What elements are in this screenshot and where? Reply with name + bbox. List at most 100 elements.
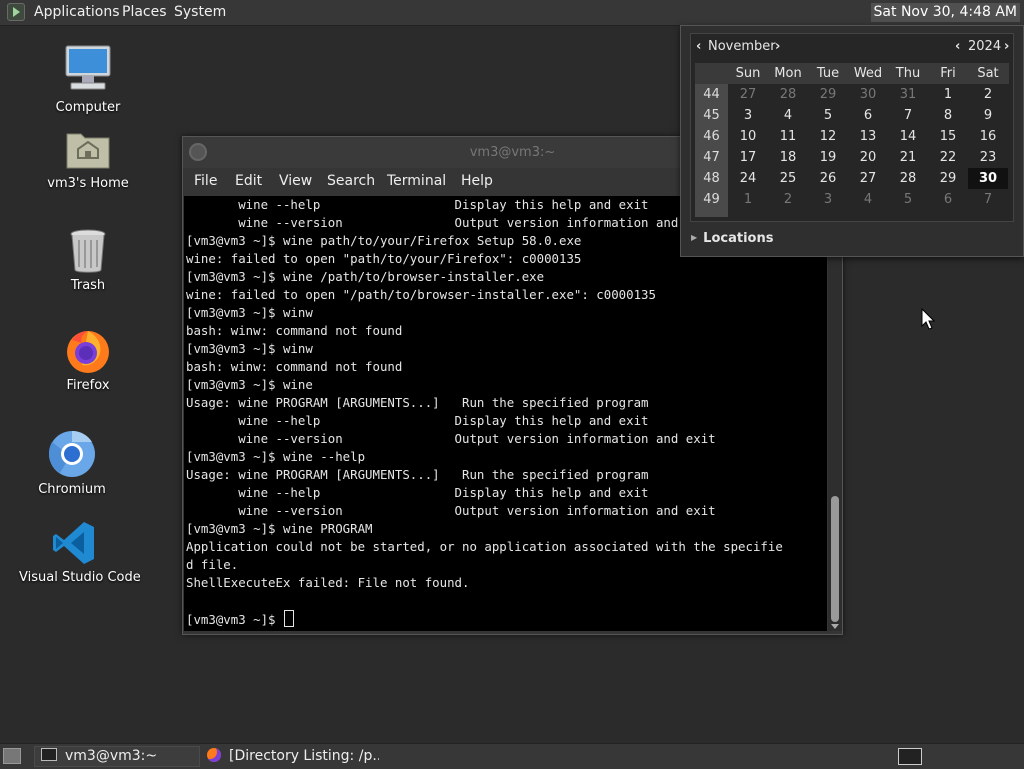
calendar-day[interactable]: 4 — [768, 105, 808, 126]
menu-help[interactable]: Help — [461, 173, 493, 189]
week-number: 46 — [703, 129, 720, 144]
terminal-line: Usage: wine PROGRAM [ARGUMENTS...] Run t… — [186, 395, 649, 410]
taskbar-item-label: vm3@vm3:~ — [65, 748, 158, 764]
calendar-year: 2024 — [968, 39, 1002, 54]
calendar-day[interactable]: 2 — [968, 84, 1008, 105]
taskbar-item-terminal[interactable]: vm3@vm3:~ — [34, 746, 200, 767]
calendar-day[interactable]: 30 — [848, 84, 888, 105]
places-menu[interactable]: Places — [122, 4, 167, 20]
desktop-icon-label: Chromium — [38, 482, 106, 497]
calendar-day[interactable]: 7 — [968, 189, 1008, 210]
locations-label: Locations — [703, 231, 774, 246]
terminal-line: [vm3@vm3 ~]$ wine — [186, 377, 313, 392]
calendar-day[interactable]: 4 — [848, 189, 888, 210]
day-name: Wed — [853, 66, 883, 81]
calendar-day[interactable]: 18 — [768, 147, 808, 168]
desktop-icon-vscode[interactable]: Visual Studio Code — [19, 520, 141, 585]
desktop-icon-firefox[interactable]: Firefox — [33, 326, 143, 393]
calendar-day[interactable]: 3 — [808, 189, 848, 210]
calendar-day[interactable]: 24 — [728, 168, 768, 189]
calendar-day[interactable]: 5 — [808, 105, 848, 126]
calendar-day[interactable]: 2 — [768, 189, 808, 210]
firefox-icon — [64, 326, 112, 374]
calendar-day[interactable]: 6 — [928, 189, 968, 210]
calendar-day[interactable]: 16 — [968, 126, 1008, 147]
workspace-switcher[interactable] — [898, 748, 922, 765]
desktop-icon-chromium[interactable]: Chromium — [17, 430, 127, 497]
next-month-arrow-icon[interactable]: › — [775, 39, 780, 54]
calendar-day[interactable]: 27 — [848, 168, 888, 189]
calendar-day[interactable]: 9 — [968, 105, 1008, 126]
calendar-day[interactable]: 26 — [808, 168, 848, 189]
calendar-day[interactable]: 20 — [848, 147, 888, 168]
terminal-line: wine --version Output version informatio… — [186, 503, 716, 518]
menu-file[interactable]: File — [194, 173, 217, 189]
calendar-day[interactable]: 17 — [728, 147, 768, 168]
calendar-day[interactable]: 31 — [888, 84, 928, 105]
desktop-icon-home[interactable]: vm3's Home — [33, 128, 143, 191]
prev-year-arrow-icon[interactable]: ‹ — [955, 39, 960, 54]
menu-terminal[interactable]: Terminal — [387, 173, 446, 189]
locations-expander[interactable]: ▶ Locations — [691, 231, 773, 246]
applications-menu[interactable]: Applications — [34, 4, 120, 20]
week-number: 49 — [703, 192, 720, 207]
calendar-day[interactable]: 13 — [848, 126, 888, 147]
calendar-day[interactable]: 11 — [768, 126, 808, 147]
calendar-day[interactable]: 23 — [968, 147, 1008, 168]
terminal-line: bash: winw: command not found — [186, 323, 403, 338]
desktop-icon-trash[interactable]: Trash — [33, 228, 143, 293]
calendar-day[interactable]: 7 — [888, 105, 928, 126]
calendar-day[interactable]: 19 — [808, 147, 848, 168]
scrollbar-thumb[interactable] — [831, 496, 839, 622]
desktop-icon-computer[interactable]: Computer — [33, 44, 143, 115]
calendar-day[interactable]: 28 — [888, 168, 928, 189]
desktop-icon-label: Computer — [55, 100, 121, 115]
week-number: 47 — [703, 150, 720, 165]
calendar-day[interactable]: 1 — [928, 84, 968, 105]
next-year-arrow-icon[interactable]: › — [1004, 39, 1009, 54]
scroll-down-arrow-icon[interactable] — [831, 624, 839, 629]
menu-edit[interactable]: Edit — [235, 173, 262, 189]
terminal-prompt-line[interactable]: [vm3@vm3 ~]$ — [186, 610, 827, 629]
calendar-day[interactable]: 12 — [808, 126, 848, 147]
distro-logo-icon[interactable] — [7, 3, 25, 21]
calendar-day[interactable]: 25 — [768, 168, 808, 189]
calendar-day[interactable]: 29 — [928, 168, 968, 189]
calendar-day[interactable]: 3 — [728, 105, 768, 126]
calendar-day[interactable]: 8 — [928, 105, 968, 126]
calendar-day[interactable]: 14 — [888, 126, 928, 147]
calendar-day[interactable]: 15 — [928, 126, 968, 147]
taskbar-item-firefox[interactable]: [Directory Listing: /p... — [200, 746, 380, 767]
prev-month-arrow-icon[interactable]: ‹ — [696, 39, 701, 54]
system-menu[interactable]: System — [174, 4, 226, 20]
calendar-day-today[interactable]: 30 — [968, 168, 1008, 189]
home-folder-icon — [64, 128, 112, 172]
terminal-scrollbar[interactable] — [828, 196, 842, 631]
calendar-day[interactable]: 29 — [808, 84, 848, 105]
trash-icon — [68, 228, 108, 274]
expander-arrow-icon: ▶ — [691, 233, 698, 242]
terminal-line: [vm3@vm3 ~]$ wine /path/to/browser-insta… — [186, 269, 545, 284]
prompt: [vm3@vm3 ~]$ — [186, 612, 283, 627]
menu-search[interactable]: Search — [327, 173, 375, 189]
firefox-icon — [207, 748, 221, 762]
calendar-day[interactable]: 21 — [888, 147, 928, 168]
vscode-icon — [52, 520, 96, 566]
calendar: ‹ November › ‹ 2024 › Sun Mon Tue Wed Thu Fri… — [690, 33, 1014, 222]
clock[interactable]: Sat Nov 30, 4:48 AM — [870, 3, 1020, 22]
calendar-day[interactable]: 28 — [768, 84, 808, 105]
calendar-month: November — [708, 39, 776, 54]
terminal-output[interactable]: wine --help Display this help and exit w… — [184, 196, 827, 631]
calendar-day[interactable]: 10 — [728, 126, 768, 147]
calendar-day[interactable]: 6 — [848, 105, 888, 126]
day-name: Tue — [816, 66, 840, 81]
calendar-day[interactable]: 27 — [728, 84, 768, 105]
computer-icon — [63, 44, 113, 96]
desktop-icon-label: vm3's Home — [47, 176, 129, 191]
menu-view[interactable]: View — [279, 173, 312, 189]
show-desktop-icon[interactable] — [3, 748, 21, 764]
calendar-day[interactable]: 22 — [928, 147, 968, 168]
calendar-day[interactable]: 5 — [888, 189, 928, 210]
calendar-day[interactable]: 1 — [728, 189, 768, 210]
week-number: 44 — [703, 87, 720, 102]
